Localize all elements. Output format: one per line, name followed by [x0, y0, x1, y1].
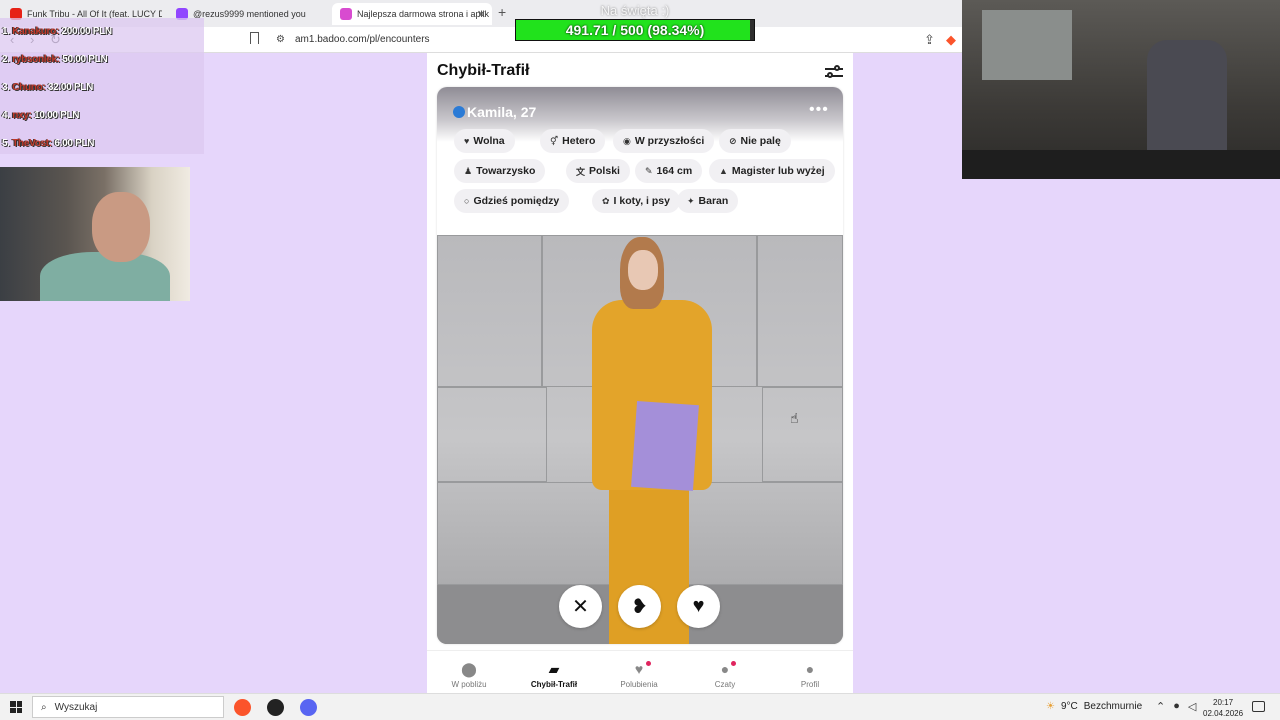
- badoo-app: Chybił-Trafił Kamila, 27 ••• ♥ Wolna ⚥ Het…: [427, 53, 853, 693]
- nav-profile[interactable]: ● Profil: [775, 661, 845, 689]
- language-icon: 文: [576, 166, 586, 177]
- weather-icon: ☀: [1046, 701, 1055, 712]
- chat-icon: ●: [720, 661, 730, 677]
- notification-dot: [646, 661, 651, 666]
- donor-item: 2. rybsonlek: 50.00 PLN: [2, 54, 108, 65]
- no-smoking-icon: ⊘: [729, 135, 737, 146]
- chip-relationship: ♥ Wolna: [454, 129, 515, 153]
- profile-photo[interactable]: ✕ ❥ ♥: [437, 235, 843, 644]
- donor-item: 4. nxy: 10.00 PLN: [2, 110, 80, 121]
- windows-start-icon[interactable]: [10, 701, 22, 713]
- room-webcam: [962, 0, 1280, 179]
- like-button[interactable]: ♥: [677, 585, 720, 628]
- chip-politics: ○ Gdzieś pomiędzy: [454, 189, 570, 213]
- bottom-navigation: ⬤ W pobliżu ▰ Chybił-Trafił ♥ Polubienia…: [427, 650, 853, 693]
- windows-taskbar: ⌕ Wyszukaj ☀ 9°C Bezchmurnie ⌃ ● ◁ 20:17…: [0, 693, 1280, 720]
- donor-item: 3. Chuno: 32.00 PLN: [2, 82, 94, 93]
- share-icon[interactable]: ⇪: [924, 32, 935, 48]
- microphone-icon[interactable]: ●: [1173, 700, 1180, 713]
- taskbar-search[interactable]: ⌕ Wyszukaj: [32, 696, 224, 718]
- bookmark-icon[interactable]: [250, 32, 259, 44]
- top-donors-list: 1. Kanakuro: 200.00 PLN 2. rybsonlek: 50…: [0, 18, 204, 154]
- obs-icon[interactable]: [267, 699, 284, 716]
- zodiac-icon: ✦: [687, 195, 695, 206]
- clock[interactable]: 20:17 02.04.2026: [1203, 697, 1243, 719]
- system-tray: ⌃ ● ◁: [1156, 700, 1196, 713]
- nav-likes[interactable]: ♥ Polubienia: [604, 661, 674, 689]
- weather-widget[interactable]: ☀ 9°C Bezchmurnie: [1046, 701, 1142, 712]
- chip-language: 文 Polski: [566, 159, 630, 183]
- site-settings-icon[interactable]: ⚙: [276, 34, 285, 45]
- notification-icon[interactable]: [1252, 701, 1265, 712]
- chip-pets: ✿ I koty, i psy: [592, 189, 680, 213]
- profile-card[interactable]: Kamila, 27 ••• ♥ Wolna ⚥ Hetero ◉ W przyszł…: [437, 87, 843, 644]
- crush-button[interactable]: ❥: [618, 585, 661, 628]
- search-icon: ⌕: [41, 701, 47, 713]
- page-title: Chybił-Trafił: [437, 62, 530, 79]
- chip-zodiac: ✦ Baran: [677, 189, 739, 213]
- heart-icon: ♥: [634, 661, 644, 677]
- goal-title: Na święta :): [600, 3, 670, 18]
- heart-icon: ♥: [464, 136, 470, 146]
- location-pin-icon: ⬤: [461, 661, 477, 677]
- goal-text: 491.71 / 500 (98.34%): [565, 22, 705, 38]
- donation-goal-bar: 491.71 / 500 (98.34%): [515, 19, 755, 41]
- url-input[interactable]: am1.badoo.com/pl/encounters: [295, 34, 430, 45]
- tab-badoo[interactable]: Najlepsza darmowa strona i aplik ✕: [332, 3, 492, 25]
- like-icon: ♥: [692, 595, 705, 617]
- hand-cursor-icon: ☝: [790, 410, 799, 426]
- gender-icon: ⚥: [550, 135, 559, 146]
- nav-chats[interactable]: ● Czaty: [690, 661, 760, 689]
- cards-icon: ▰: [548, 661, 560, 677]
- brave-shield-icon[interactable]: ◆: [946, 32, 956, 48]
- crush-icon: ❥: [631, 596, 648, 618]
- nav-nearby[interactable]: ⬤ W pobliżu: [434, 661, 504, 689]
- verified-icon: [453, 106, 465, 118]
- chevron-up-icon[interactable]: ⌃: [1156, 700, 1165, 713]
- tab-title: @rezus9999 mentioned you: [193, 9, 306, 19]
- donor-item: 5. TheVost: 6.00 PLN: [2, 138, 95, 149]
- sliders-icon[interactable]: [825, 65, 843, 79]
- chip-kids: ◉ W przyszłości: [613, 129, 715, 153]
- close-tab-icon[interactable]: ✕: [477, 8, 486, 21]
- chip-education: ▲ Magister lub wyżej: [709, 159, 835, 183]
- paw-icon: ✿: [602, 195, 610, 206]
- discord-icon[interactable]: [300, 699, 317, 716]
- tab-title: Najlepsza darmowa strona i aplik: [357, 9, 490, 19]
- eye-icon: ◉: [623, 135, 631, 146]
- more-dots-icon[interactable]: •••: [809, 101, 829, 119]
- chip-height: ✎ 164 cm: [635, 159, 703, 183]
- ruler-icon: ✎: [645, 165, 653, 176]
- close-icon: ✕: [572, 596, 589, 618]
- speaker-icon[interactable]: ◁: [1188, 700, 1196, 713]
- chip-orientation: ⚥ Hetero: [540, 129, 606, 153]
- drink-icon: ♟: [464, 165, 473, 176]
- chip-smoking: ⊘ Nie palę: [719, 129, 791, 153]
- dislike-button[interactable]: ✕: [559, 585, 602, 628]
- profile-name[interactable]: Kamila, 27: [467, 104, 536, 120]
- streamer-webcam: [0, 167, 190, 301]
- profile-icon: ●: [805, 661, 815, 677]
- brave-icon[interactable]: [234, 699, 251, 716]
- new-tab-button[interactable]: +: [498, 4, 506, 20]
- badoo-icon: [340, 8, 352, 20]
- nav-encounters[interactable]: ▰ Chybił-Trafił: [519, 661, 589, 689]
- chip-drinking: ♟ Towarzysko: [454, 159, 546, 183]
- speech-bubble-icon: ○: [464, 196, 470, 206]
- donor-item: 1. Kanakuro: 200.00 PLN: [2, 26, 112, 37]
- notification-dot: [731, 661, 736, 666]
- graduation-cap-icon: ▲: [719, 166, 728, 176]
